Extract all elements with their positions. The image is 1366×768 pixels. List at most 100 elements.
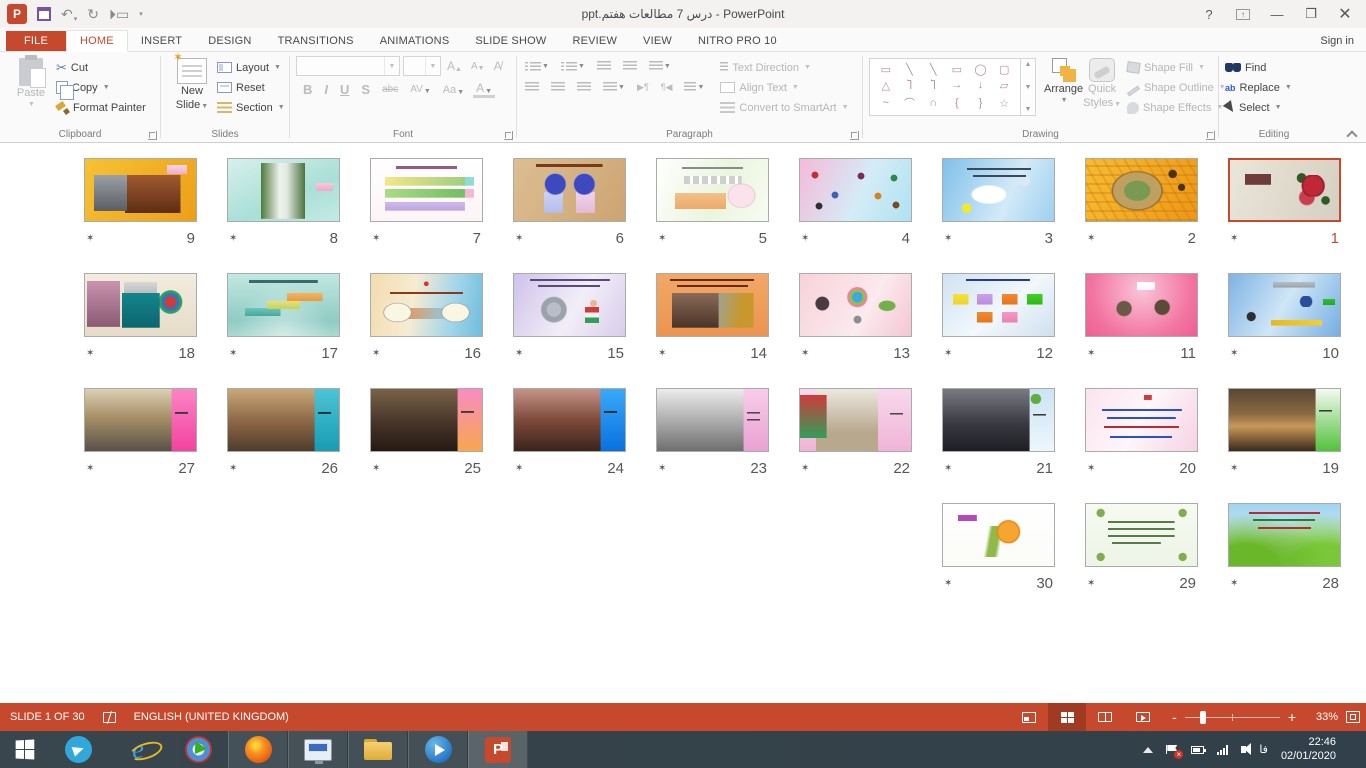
animation-star-icon[interactable]: ✶ <box>801 348 809 359</box>
slide-thumbnail[interactable] <box>227 158 340 222</box>
slide-thumbnail[interactable] <box>1228 273 1341 337</box>
zoom-percentage[interactable]: 33% <box>1304 711 1338 723</box>
shape-effects-button[interactable]: Shape Effects▼ <box>1127 99 1226 116</box>
shape-glyph-icon[interactable]: ╲ <box>906 63 913 76</box>
collapse-ribbon-button[interactable] <box>1347 129 1356 138</box>
animation-star-icon[interactable]: ✶ <box>1230 463 1238 474</box>
bold-button[interactable]: B <box>300 82 315 97</box>
find-button[interactable]: Find <box>1225 59 1292 76</box>
slide-sorter-view-button[interactable] <box>1048 703 1086 731</box>
slide-thumbnail[interactable] <box>942 158 1055 222</box>
shape-glyph-icon[interactable]: ☆ <box>999 97 1009 110</box>
ltr-direction-button[interactable]: ▶¶ <box>635 81 651 94</box>
shapes-scroll-up-icon[interactable]: ▲ <box>1025 61 1032 68</box>
minimize-button[interactable]: — <box>1262 3 1292 25</box>
taskbar-internet-explorer[interactable]: e <box>108 731 168 768</box>
slide-thumbnail[interactable] <box>656 158 769 222</box>
change-case-button[interactable]: Aa▼ <box>440 84 467 96</box>
shape-glyph-icon[interactable]: ▭ <box>881 63 891 76</box>
animation-star-icon[interactable]: ✶ <box>1087 348 1095 359</box>
tab-nitro-pro-10[interactable]: NITRO PRO 10 <box>685 31 790 51</box>
save-icon[interactable] <box>37 7 51 21</box>
taskbar-media-player[interactable] <box>408 731 468 768</box>
shape-glyph-icon[interactable]: ⌒ <box>904 95 915 111</box>
slide-thumbnail[interactable] <box>1228 158 1341 222</box>
copy-button[interactable]: Copy▼ <box>56 79 146 96</box>
replace-button[interactable]: abReplace▼ <box>1225 79 1292 96</box>
italic-button[interactable]: I <box>321 82 331 97</box>
slide-thumbnail[interactable] <box>84 273 197 337</box>
normal-view-button[interactable] <box>1010 703 1048 731</box>
character-spacing-button[interactable]: AV▼ <box>407 84 434 95</box>
layout-button[interactable]: Layout▼ <box>217 59 285 76</box>
font-size-dropdown-icon[interactable]: ▼ <box>425 57 440 75</box>
slide-thumbnail[interactable] <box>1228 503 1341 567</box>
animation-star-icon[interactable]: ✶ <box>86 348 94 359</box>
slide-show-button[interactable] <box>1124 703 1162 731</box>
tab-transitions[interactable]: TRANSITIONS <box>265 31 367 51</box>
animation-star-icon[interactable]: ✶ <box>801 233 809 244</box>
arrange-button[interactable]: Arrange▼ <box>1044 56 1083 105</box>
animation-star-icon[interactable]: ✶ <box>515 233 523 244</box>
powerpoint-app-icon[interactable]: P <box>7 4 27 24</box>
grow-font-button[interactable]: A▲ <box>444 59 465 73</box>
taskbar-firefox[interactable] <box>228 731 288 768</box>
taskbar-download-manager[interactable] <box>168 731 228 768</box>
font-dialog-launcher[interactable] <box>504 131 513 140</box>
customize-qat-icon[interactable]: ▾ <box>139 10 143 18</box>
shape-glyph-icon[interactable]: ▢ <box>999 63 1009 76</box>
animation-star-icon[interactable]: ✶ <box>1230 233 1238 244</box>
spell-check-icon[interactable] <box>103 712 116 723</box>
taskbar-file-explorer[interactable] <box>348 731 408 768</box>
slide-thumbnail[interactable] <box>1085 503 1198 567</box>
shape-glyph-icon[interactable]: → <box>951 79 962 91</box>
tab-view[interactable]: VIEW <box>630 31 685 51</box>
numbering-button[interactable]: ▼ <box>559 60 587 73</box>
tab-insert[interactable]: INSERT <box>128 31 195 51</box>
battery-icon[interactable] <box>1191 746 1204 754</box>
slide-thumbnail[interactable] <box>1085 273 1198 337</box>
shape-glyph-icon[interactable]: Ⴈ <box>907 79 912 92</box>
align-left-button[interactable] <box>523 81 541 94</box>
start-from-beginning-icon[interactable]: ⏵▭ <box>109 6 129 23</box>
shrink-font-button[interactable]: A▼ <box>468 61 488 72</box>
zoom-in-button[interactable]: + <box>1288 709 1296 725</box>
action-center-flag-icon[interactable] <box>1166 745 1178 754</box>
animation-star-icon[interactable]: ✶ <box>372 463 380 474</box>
decrease-indent-button[interactable] <box>595 60 613 73</box>
animation-star-icon[interactable]: ✶ <box>372 233 380 244</box>
shape-glyph-icon[interactable]: { <box>955 97 959 109</box>
shape-glyph-icon[interactable]: △ <box>882 79 890 92</box>
shape-glyph-icon[interactable]: ╲ <box>930 63 937 76</box>
animation-star-icon[interactable]: ✶ <box>1230 348 1238 359</box>
shape-glyph-icon[interactable]: ∩ <box>929 97 937 109</box>
animation-star-icon[interactable]: ✶ <box>658 463 666 474</box>
undo-dropdown-icon[interactable]: ▾ <box>74 15 78 23</box>
justify-button[interactable]: ▼ <box>601 81 627 94</box>
slide-thumbnail[interactable] <box>656 388 769 452</box>
taskbar-telegram[interactable] <box>48 731 108 768</box>
slide-thumbnail[interactable] <box>1085 388 1198 452</box>
paste-button[interactable]: Paste▼ <box>6 56 56 109</box>
redo-icon[interactable]: ↻ <box>87 6 99 23</box>
fit-slide-to-window-icon[interactable] <box>1346 711 1360 723</box>
shape-glyph-icon[interactable]: ▱ <box>1000 79 1008 92</box>
taskbar-remote-desktop[interactable] <box>288 731 348 768</box>
network-signal-icon[interactable] <box>1217 745 1228 755</box>
align-text-button[interactable]: Align Text▼ <box>720 79 848 96</box>
tab-slide-show[interactable]: SLIDE SHOW <box>462 31 559 51</box>
animation-star-icon[interactable]: ✶ <box>944 233 952 244</box>
undo-button[interactable]: ↶▾ <box>61 6 77 23</box>
shape-glyph-icon[interactable]: ~ <box>883 97 889 109</box>
bullets-button[interactable]: ▼ <box>523 60 551 73</box>
slide-thumbnail[interactable] <box>799 158 912 222</box>
underline-button[interactable]: U <box>337 82 352 97</box>
slide-thumbnail[interactable] <box>227 273 340 337</box>
slide-thumbnail[interactable] <box>370 158 483 222</box>
slide-thumbnail[interactable] <box>942 388 1055 452</box>
animation-star-icon[interactable]: ✶ <box>86 233 94 244</box>
animation-star-icon[interactable]: ✶ <box>1230 578 1238 589</box>
taskbar-powerpoint[interactable]: P <box>468 731 528 768</box>
animation-star-icon[interactable]: ✶ <box>658 348 666 359</box>
paragraph-dialog-launcher[interactable] <box>850 131 859 140</box>
